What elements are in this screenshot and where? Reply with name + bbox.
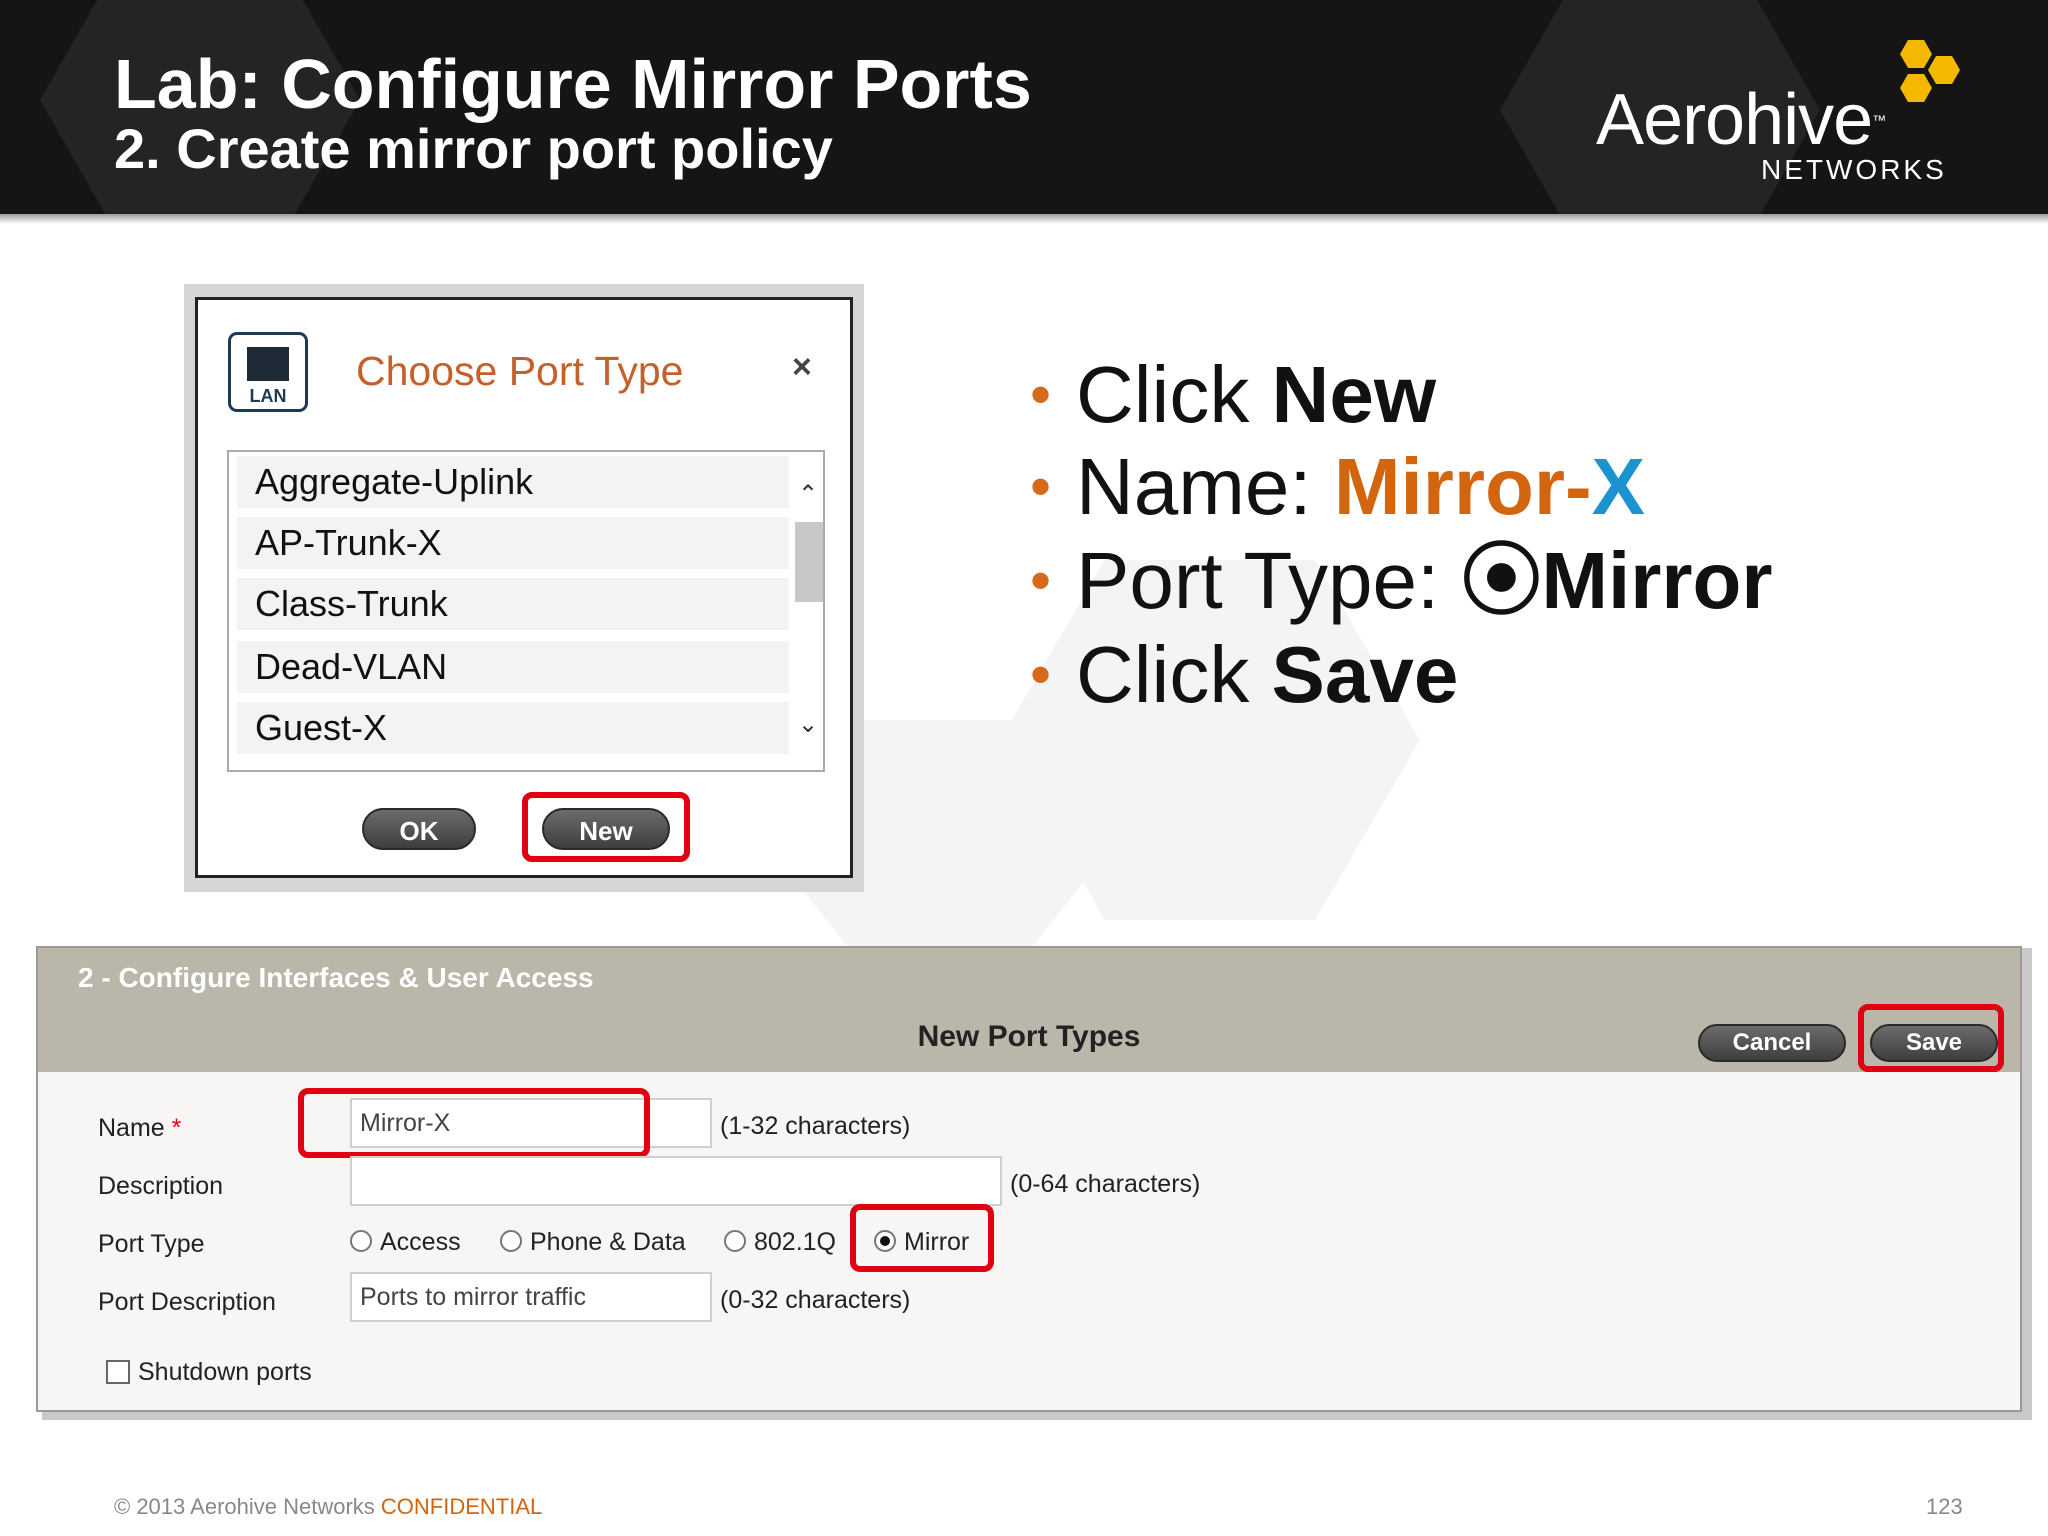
instruction-step: • Click Save bbox=[1030, 630, 1459, 719]
aerohive-logo-icon bbox=[1900, 40, 1960, 102]
close-icon[interactable]: × bbox=[792, 348, 812, 387]
radio-selected-icon: ⦿ bbox=[1461, 536, 1542, 625]
dialog-title: Choose Port Type bbox=[356, 348, 684, 394]
port-description-hint: (0-32 characters) bbox=[720, 1286, 911, 1314]
shutdown-ports-label: Shutdown ports bbox=[138, 1358, 312, 1386]
list-item[interactable]: Aggregate-Uplink bbox=[237, 456, 789, 508]
instruction-step: • Name: Mirror-X bbox=[1030, 442, 1645, 531]
list-item[interactable]: Guest-X bbox=[237, 702, 789, 754]
description-input[interactable] bbox=[350, 1156, 1002, 1206]
logo-wordmark: Aerohive™ bbox=[1596, 80, 1886, 160]
radio-8021q-label: 802.1Q bbox=[754, 1228, 837, 1256]
list-item[interactable]: Dead-VLAN bbox=[237, 641, 789, 693]
scroll-thumb[interactable] bbox=[795, 522, 823, 602]
slide-subtitle: 2. Create mirror port policy bbox=[114, 117, 833, 180]
mirror-option-highlight bbox=[850, 1204, 994, 1272]
instruction-step: • Click New bbox=[1030, 350, 1437, 439]
ethernet-jack-icon bbox=[247, 347, 289, 381]
name-label: Name * bbox=[98, 1114, 182, 1142]
choose-port-type-dialog: LAN Choose Port Type × Aggregate-Uplink … bbox=[195, 297, 853, 878]
slide-header: Lab: Configure Mirror Ports 2. Create mi… bbox=[0, 0, 2048, 214]
port-description-label: Port Description bbox=[98, 1288, 276, 1316]
list-item[interactable]: AP-Trunk-X bbox=[237, 517, 789, 569]
lan-icon-label: LAN bbox=[249, 386, 287, 406]
new-port-types-panel: 2 - Configure Interfaces & User Access N… bbox=[36, 946, 2022, 1412]
instruction-step: • Port Type: ⦿Mirror bbox=[1030, 536, 1773, 625]
description-hint: (0-64 characters) bbox=[1010, 1170, 1201, 1198]
bullet-icon: • bbox=[1030, 641, 1052, 708]
port-description-input[interactable] bbox=[350, 1272, 712, 1322]
page-number: 123 bbox=[1926, 1494, 1963, 1519]
bullet-icon: • bbox=[1030, 453, 1052, 520]
radio-access-label: Access bbox=[380, 1228, 461, 1256]
radio-phone-data[interactable] bbox=[500, 1230, 522, 1252]
list-scrollbar[interactable]: ⌃ ⌄ bbox=[793, 452, 823, 770]
radio-phone-data-label: Phone & Data bbox=[530, 1228, 686, 1256]
required-marker: * bbox=[171, 1114, 182, 1142]
radio-8021q[interactable] bbox=[724, 1230, 746, 1252]
slide-title: Lab: Configure Mirror Ports bbox=[114, 45, 1032, 123]
chevron-down-icon[interactable]: ⌄ bbox=[795, 710, 821, 740]
list-item[interactable]: Class-Trunk bbox=[237, 578, 789, 630]
radio-access[interactable] bbox=[350, 1230, 372, 1252]
bullet-icon: • bbox=[1030, 547, 1052, 614]
save-button-highlight bbox=[1858, 1004, 2004, 1072]
panel-header: 2 - Configure Interfaces & User Access N… bbox=[38, 948, 2020, 1072]
header-shadow bbox=[0, 214, 2048, 224]
new-button-highlight bbox=[522, 792, 690, 862]
bullet-icon: • bbox=[1030, 361, 1052, 428]
panel-step-title: 2 - Configure Interfaces & User Access bbox=[78, 962, 594, 993]
chevron-up-icon[interactable]: ⌃ bbox=[795, 480, 821, 510]
cancel-button[interactable]: Cancel bbox=[1698, 1024, 1846, 1062]
port-type-label: Port Type bbox=[98, 1230, 205, 1258]
logo-subtext: NETWORKS bbox=[1761, 154, 1947, 185]
ok-button[interactable]: OK bbox=[362, 808, 476, 850]
name-input-highlight bbox=[298, 1088, 650, 1158]
footer-copyright: © 2013 Aerohive Networks CONFIDENTIAL bbox=[114, 1494, 543, 1519]
lan-port-icon: LAN bbox=[228, 332, 308, 412]
description-label: Description bbox=[98, 1172, 224, 1200]
port-type-list[interactable]: Aggregate-Uplink AP-Trunk-X Class-Trunk … bbox=[227, 450, 825, 772]
name-hint: (1-32 characters) bbox=[720, 1112, 911, 1140]
shutdown-ports-checkbox[interactable] bbox=[106, 1360, 130, 1384]
